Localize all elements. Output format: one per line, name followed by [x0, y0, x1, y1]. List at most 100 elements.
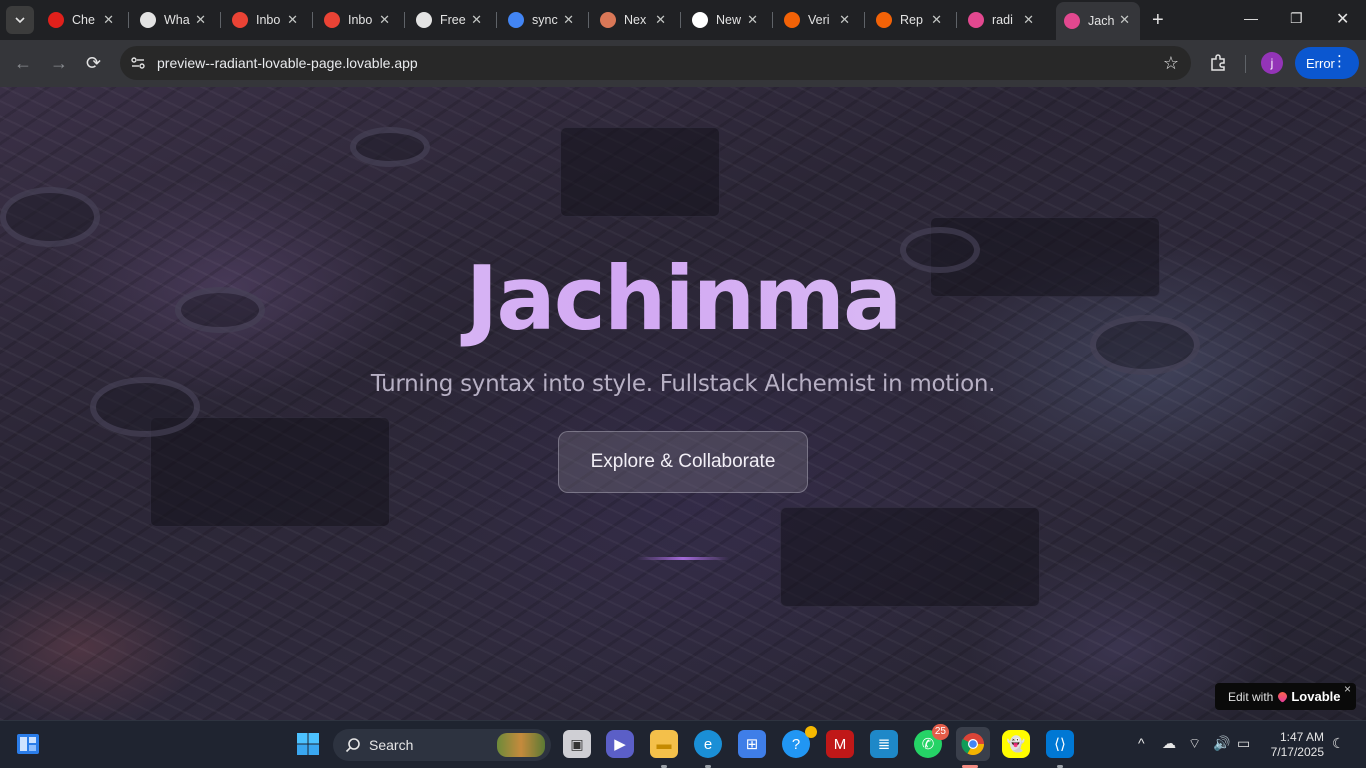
browser-tab[interactable]: Veri ✕ [776, 6, 860, 34]
snapchat-button[interactable]: 👻 [1002, 730, 1030, 758]
error-label: Error [1306, 55, 1335, 71]
url-text[interactable]: preview--radiant-lovable-page.lovable.ap… [157, 55, 418, 71]
battery-icon[interactable]: ▭ [1237, 735, 1250, 752]
teams-button[interactable]: ▶ [606, 730, 634, 758]
edit-with-lovable-badge[interactable]: Edit with Lovable × [1215, 682, 1356, 710]
task-view-icon: ▣ [570, 735, 584, 752]
system-clock[interactable]: 1:47 AM 7/17/2025 [1262, 730, 1324, 760]
tab-separator [496, 12, 497, 28]
tab-search-button[interactable] [6, 6, 34, 34]
extensions-puzzle-icon[interactable] [1208, 53, 1228, 73]
microsoft-store-button[interactable]: ⊞ [738, 730, 766, 758]
tab-separator [680, 12, 681, 28]
tab-title: Jach [1088, 14, 1115, 28]
browser-tab[interactable]: radi ✕ [960, 6, 1044, 34]
tab-title: Rep [900, 13, 923, 27]
browser-tab[interactable]: Jach ✕ [1056, 2, 1140, 40]
hero-title: Jachinma [0, 247, 1366, 350]
chrome-icon [961, 733, 984, 755]
close-tab-icon[interactable]: ✕ [563, 12, 574, 28]
restore-button[interactable]: ❐ [1290, 10, 1303, 27]
close-tab-icon[interactable]: ✕ [839, 12, 850, 28]
tab-separator [588, 12, 589, 28]
close-tab-icon[interactable]: ✕ [1119, 12, 1130, 28]
volume-icon[interactable]: 🔊 [1213, 735, 1230, 752]
tab-separator [220, 12, 221, 28]
more-menu-icon[interactable]: ⋮ [1332, 53, 1347, 71]
browser-tab[interactable]: Rep ✕ [868, 6, 952, 34]
task-view-button[interactable]: ▣ [563, 730, 591, 758]
page-viewport: Jachinma Turning syntax into style. Full… [0, 87, 1366, 720]
tab-separator [772, 12, 773, 28]
help-notification-dot [805, 726, 817, 738]
profile-avatar[interactable]: j [1261, 52, 1283, 74]
close-tab-icon[interactable]: ✕ [931, 12, 942, 28]
close-tab-icon[interactable]: ✕ [655, 12, 666, 28]
file-explorer-button[interactable]: ▬ [650, 730, 678, 758]
tab-strip: Che ✕ Wha ✕ Inbo ✕ Inbo ✕ Free ✕ sync ✕ Nex ✕ New ✕ Veri… [0, 0, 1366, 40]
background-chip [150, 417, 390, 527]
close-tab-icon[interactable]: ✕ [471, 12, 482, 28]
store-icon: ⊞ [745, 736, 759, 753]
close-tab-icon[interactable]: ✕ [287, 12, 298, 28]
gmail-icon [232, 12, 248, 28]
taskbar-search[interactable]: Search [333, 729, 551, 761]
site-info-icon[interactable] [130, 55, 146, 71]
tab-separator [312, 12, 313, 28]
notepad-button[interactable]: ≣ [870, 730, 898, 758]
explore-collaborate-button[interactable]: Explore & Collaborate [558, 431, 808, 493]
close-tab-icon[interactable]: ✕ [103, 12, 114, 28]
minimize-button[interactable]: — [1244, 10, 1258, 26]
back-button[interactable]: ← [14, 53, 32, 73]
tab-title: Free [440, 13, 466, 27]
toolbar-divider [1245, 55, 1246, 73]
reload-button[interactable]: ⟳ [86, 53, 101, 73]
edge-icon: e [703, 735, 713, 753]
close-tab-icon[interactable]: ✕ [747, 12, 758, 28]
browser-tab[interactable]: Wha ✕ [132, 6, 216, 34]
browser-tab[interactable]: Inbo ✕ [316, 6, 400, 34]
browser-tab[interactable]: Che ✕ [40, 6, 124, 34]
show-hidden-icons-button[interactable]: ^ [1138, 735, 1145, 751]
start-button[interactable] [294, 730, 322, 758]
close-tab-icon[interactable]: ✕ [379, 12, 390, 28]
address-bar[interactable]: preview--radiant-lovable-page.lovable.ap… [120, 46, 1191, 80]
chrome-button[interactable] [956, 727, 990, 761]
search-icon [345, 738, 360, 753]
whatsapp-icon: ✆ [921, 736, 935, 753]
windows-logo-icon [297, 733, 319, 755]
mcafee-button[interactable]: M [826, 730, 854, 758]
edge-button[interactable]: e [694, 730, 722, 758]
github-icon [416, 12, 432, 28]
close-tab-icon[interactable]: ✕ [195, 12, 206, 28]
tab-title: Veri [808, 13, 830, 27]
google-icon [508, 12, 524, 28]
browser-tab[interactable]: sync ✕ [500, 6, 584, 34]
tab-separator [864, 12, 865, 28]
close-window-button[interactable]: ✕ [1336, 9, 1349, 29]
folder-icon: ▬ [656, 735, 672, 753]
browser-tab[interactable]: Nex ✕ [592, 6, 676, 34]
whatsapp-unread-badge: 25 [931, 724, 949, 740]
tab-title: Inbo [348, 13, 373, 27]
close-tab-icon[interactable]: ✕ [1023, 12, 1034, 28]
error-status-button[interactable]: Error ⋮ [1295, 47, 1359, 79]
browser-tab[interactable]: Inbo ✕ [224, 6, 308, 34]
notifications-moon-icon[interactable]: ☾ [1332, 735, 1345, 752]
new-tab-button[interactable]: + [1152, 10, 1164, 30]
badge-close-button[interactable]: × [1344, 682, 1351, 696]
onedrive-icon[interactable]: ☁ [1162, 735, 1176, 752]
get-help-button[interactable]: ? [782, 726, 817, 758]
browser-tab[interactable]: New ✕ [684, 6, 768, 34]
chevron-down-icon [15, 17, 25, 24]
forward-button[interactable]: → [50, 53, 68, 73]
background-capacitor [350, 127, 430, 167]
wifi-icon[interactable]: ⌔ [1188, 735, 1201, 753]
bookmark-star-icon[interactable]: ☆ [1163, 53, 1179, 74]
browser-tab[interactable]: Free ✕ [408, 6, 492, 34]
whatsapp-button[interactable]: ✆ 25 [914, 724, 949, 758]
vscode-button[interactable]: ⟨⟩ [1046, 730, 1074, 758]
widgets-button[interactable] [14, 730, 42, 758]
help-icon: ? [791, 735, 801, 753]
tab-separator [404, 12, 405, 28]
